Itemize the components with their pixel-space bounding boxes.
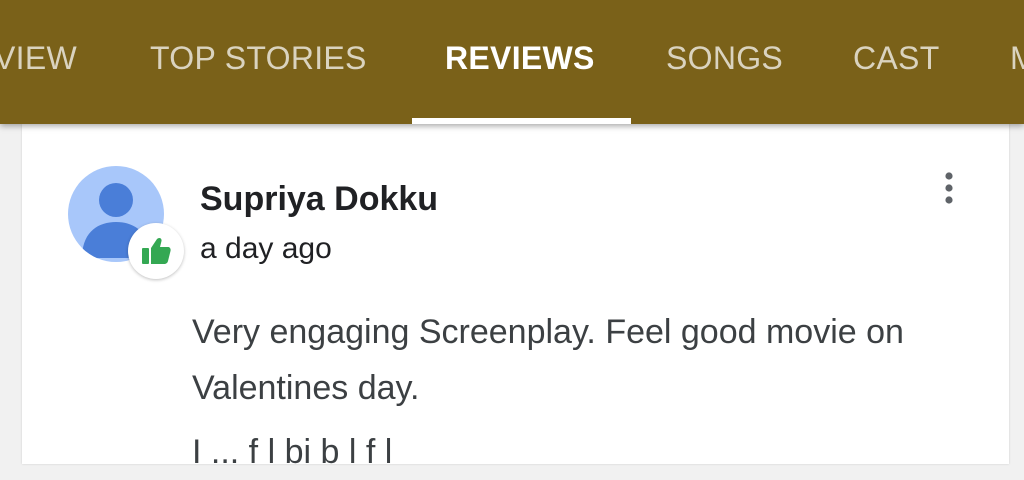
reviewer-name[interactable]: Supriya Dokku [200,180,438,219]
review-timestamp: a day ago [200,232,332,265]
tab-songs[interactable]: SONGS [666,36,783,80]
more-vert-icon[interactable] [934,170,964,210]
review-card: Supriya Dokku a day ago Very engaging Sc… [22,124,1009,471]
tab-overview[interactable]: VIEW [0,36,77,80]
tab-top-stories[interactable]: TOP STORIES [150,36,367,80]
active-tab-indicator [412,118,631,124]
review-text-continued: I ... f l bi b l f l [192,433,393,471]
tab-bar: VIEW TOP STORIES REVIEWS SONGS CAST M [0,0,1024,124]
tab-reviews[interactable]: REVIEWS [445,36,595,80]
tab-more[interactable]: M [1010,36,1024,80]
thumbs-up-icon [128,223,184,279]
tab-cast[interactable]: CAST [853,36,940,80]
review-text: Very engaging Screenplay. Feel good movi… [192,313,904,407]
